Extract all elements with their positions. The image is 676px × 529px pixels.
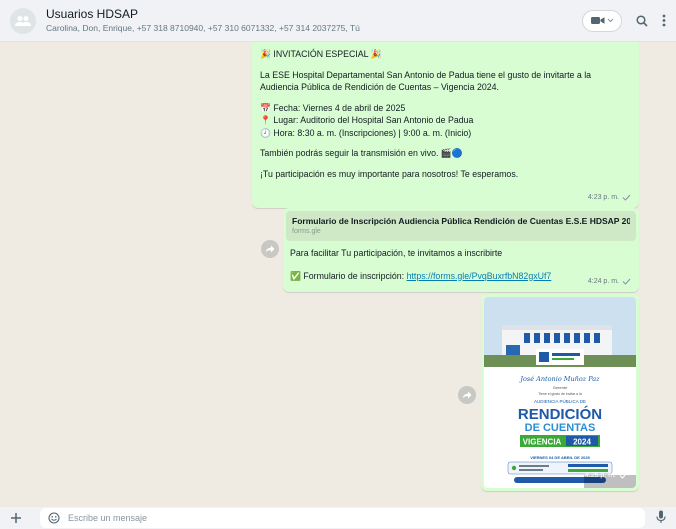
forward-button[interactable] <box>261 240 279 258</box>
forward-icon <box>462 391 472 399</box>
message-invitation[interactable]: 🎉 INVITACIÓN ESPECIAL 🎉 La ESE Hospital … <box>252 42 639 208</box>
chat-participants: Carolina, Don, Enrique, +57 318 8710940,… <box>46 23 360 33</box>
check-icon <box>622 278 631 286</box>
voice-button[interactable] <box>656 510 666 529</box>
check-icon <box>619 472 628 480</box>
poster-illustration: José Antonio Muñoz Paz Gerente Tiene el … <box>484 297 636 488</box>
link-preview[interactable]: Formulario de Inscripción Audiencia Públ… <box>286 211 636 241</box>
forward-icon <box>265 245 275 253</box>
compose-bar <box>0 507 676 529</box>
emoji-icon[interactable] <box>48 512 60 524</box>
message-image[interactable]: José Antonio Muñoz Paz Gerente Tiene el … <box>481 294 639 491</box>
attach-button[interactable] <box>10 509 26 527</box>
message-input[interactable] <box>68 513 637 523</box>
time-label: 4:25 p. m. <box>584 471 616 479</box>
form-link[interactable]: https://forms.gle/PvqBuxrfbN82gxUf7 <box>407 271 552 281</box>
kebab-menu-icon <box>662 14 666 27</box>
link-preview-domain: forms.gle <box>292 228 321 235</box>
time-label: 4:24 p. m. <box>587 277 619 285</box>
message-time: 4:25 p. m. <box>585 470 628 483</box>
message-stream: También podrás seguir la transmisión en … <box>260 148 463 158</box>
link-label: ✅ Formulario de inscripción: <box>290 270 405 281</box>
forward-button[interactable] <box>458 386 476 404</box>
poster-role: Gerente <box>553 385 568 390</box>
check-icon <box>622 194 631 202</box>
poster-rendicion: RENDICIÓN <box>518 405 602 423</box>
poster-invites: Tiene el gusto de invitar a la <box>538 392 582 396</box>
poster-name: José Antonio Muñoz Paz <box>518 375 600 383</box>
chat-header[interactable]: Usuarios HDSAP Carolina, Don, Enrique, +… <box>0 0 676 42</box>
message-place: 📍 Lugar: Auditorio del Hospital San Anto… <box>260 115 474 125</box>
event-poster-image[interactable]: José Antonio Muñoz Paz Gerente Tiene el … <box>484 297 636 488</box>
plus-icon <box>11 513 21 523</box>
poster-date: VIERNES 04 DE ABRIL DE 2025 <box>530 455 590 460</box>
group-avatar[interactable] <box>10 7 36 34</box>
message-closing: ¡Tu participación es muy importante para… <box>260 168 519 179</box>
message-intro: La ESE Hospital Departamental San Antoni… <box>260 69 592 93</box>
message-time: 4:24 p. m. <box>588 276 631 289</box>
menu-button[interactable] <box>662 14 666 27</box>
group-icon <box>15 15 31 26</box>
message-link-line: ✅ Formulario de inscripción: https://for… <box>290 270 632 283</box>
poster-year: 2024 <box>573 438 591 447</box>
message-form[interactable]: Formulario de Inscripción Audiencia Públ… <box>283 208 639 292</box>
video-camera-icon <box>590 17 604 24</box>
chevron-down-icon <box>607 18 613 23</box>
link-preview-title: Formulario de Inscripción Audiencia Públ… <box>292 216 630 226</box>
chat-area[interactable]: 🎉 INVITACIÓN ESPECIAL 🎉 La ESE Hospital … <box>0 42 676 507</box>
poster-cuentas: DE CUENTAS <box>525 422 596 434</box>
message-input-wrapper[interactable] <box>40 508 645 528</box>
message-text: Para facilitar Tu participación, te invi… <box>290 248 503 258</box>
poster-vigencia: VIGENCIA <box>523 438 562 447</box>
chat-info[interactable]: Usuarios HDSAP Carolina, Don, Enrique, +… <box>46 7 582 34</box>
message-date: 📅 Fecha: Viernes 4 de abril de 2025 <box>260 102 406 113</box>
message-hour: 🕗 Hora: 8:30 a. m. (Inscripciones) | 9:0… <box>260 127 472 138</box>
message-time: 4:23 p. m. <box>588 192 631 205</box>
video-call-button[interactable] <box>582 9 622 32</box>
microphone-icon <box>656 510 666 523</box>
time-label: 4:23 p. m. <box>587 193 619 201</box>
search-button[interactable] <box>636 14 648 27</box>
message-heading: 🎉 INVITACIÓN ESPECIAL 🎉 <box>260 49 382 59</box>
chat-title: Usuarios HDSAP <box>46 7 139 21</box>
search-icon <box>636 14 648 27</box>
poster-aud: AUDIENCIA PÚBLICA DE <box>534 398 586 404</box>
